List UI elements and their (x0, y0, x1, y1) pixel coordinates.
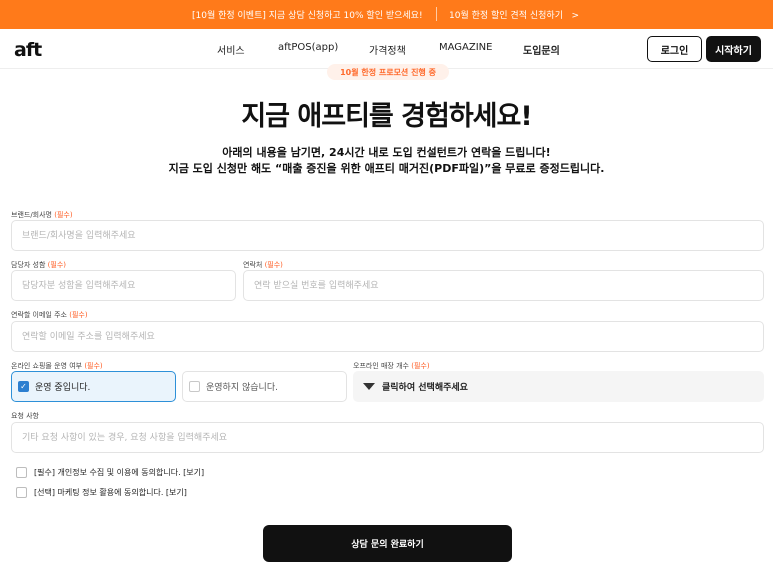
agree-marketing[interactable]: [선택] 마케팅 정보 활용에 동의합니다. [보기] (16, 487, 187, 498)
aft-logo[interactable]: aft (14, 39, 42, 61)
page-title: 지금 애프티를 경험하세요! (241, 101, 532, 132)
promo-link-quote[interactable]: 10월 한정 할인 견적 신청하기 > (449, 8, 579, 21)
offline-count-label: 오프라인 매장 개수 (필수) (353, 361, 430, 371)
offline-count-select[interactable]: 클릭하여 선택해주세요 (353, 371, 764, 402)
phone-input[interactable] (243, 270, 764, 301)
required-mark: (필수) (69, 311, 88, 319)
promo-bar: [10월 한정 이벤트] 지금 상담 신청하고 10% 할인 받으세요! 10월… (0, 0, 773, 29)
brand-label-text: 브랜드/회사명 (11, 211, 52, 219)
page-subtitle-1: 아래의 내용을 남기면, 24시간 내로 도입 컨설턴트가 연락을 드립니다! (222, 146, 551, 159)
option-yes-label: 운영 중입니다. (35, 383, 91, 393)
online-store-option-yes[interactable]: ✓ 운영 중입니다. (11, 371, 176, 402)
manager-label: 담당자 성함 (필수) (11, 260, 66, 270)
email-label: 연락할 이메일 주소 (필수) (11, 310, 88, 320)
option-no-label: 운영하지 않습니다. (206, 383, 278, 393)
agree-privacy[interactable]: [필수] 개인정보 수집 및 이용에 동의합니다. [보기] (16, 467, 204, 478)
online-store-label-text: 온라인 쇼핑몰 운영 여부 (11, 362, 83, 370)
email-label-text: 연락할 이메일 주소 (11, 311, 67, 319)
manager-name-input[interactable] (11, 270, 236, 301)
manager-label-text: 담당자 성함 (11, 261, 46, 269)
online-store-label: 온라인 쇼핑몰 운영 여부 (필수) (11, 361, 103, 371)
phone-label: 연락처 (필수) (243, 260, 283, 270)
request-label: 요청 사항 (11, 411, 39, 421)
required-mark: (필수) (264, 261, 283, 269)
nav-item-inquiry[interactable]: 도입문의 (523, 42, 560, 57)
nav-item-magazine[interactable]: MAGAZINE (439, 42, 492, 53)
request-label-text: 요청 사항 (11, 412, 39, 420)
phone-label-text: 연락처 (243, 261, 263, 269)
required-mark: (필수) (84, 362, 103, 370)
main-nav: aft 서비스 aftPOS(app) 가격정책 MAGAZINE 도입문의 로… (0, 29, 773, 69)
checkbox-icon (16, 467, 27, 478)
nav-item-service[interactable]: 서비스 (217, 42, 245, 57)
login-button[interactable]: 로그인 (647, 36, 702, 62)
brand-input[interactable] (11, 220, 764, 251)
offline-count-value: 클릭하여 선택해주세요 (382, 383, 468, 393)
required-mark: (필수) (54, 211, 73, 219)
online-store-option-no[interactable]: 운영하지 않습니다. (182, 371, 347, 402)
nav-item-pricing[interactable]: 가격정책 (369, 42, 406, 57)
email-input[interactable] (11, 321, 764, 352)
brand-label: 브랜드/회사명 (필수) (11, 210, 73, 220)
promotion-badge: 10월 한정 프로모션 진행 중 (327, 64, 449, 80)
start-button[interactable]: 시작하기 (706, 36, 761, 62)
required-mark: (필수) (411, 362, 430, 370)
checkbox-icon (16, 487, 27, 498)
promo-divider (436, 7, 437, 21)
promo-link-event[interactable]: [10월 한정 이벤트] 지금 상담 신청하고 10% 할인 받으세요! (192, 8, 423, 21)
offline-count-label-text: 오프라인 매장 개수 (353, 362, 409, 370)
agree-privacy-text: [필수] 개인정보 수집 및 이용에 동의합니다. [보기] (34, 468, 205, 477)
caret-down-icon (363, 383, 375, 390)
checkbox-icon (189, 381, 200, 392)
submit-button[interactable]: 상담 문의 완료하기 (263, 525, 512, 562)
agree-marketing-text: [선택] 마케팅 정보 활용에 동의합니다. [보기] (34, 488, 187, 497)
nav-item-aftpos[interactable]: aftPOS(app) (278, 42, 338, 53)
request-input[interactable] (11, 422, 764, 453)
checkbox-checked-icon: ✓ (18, 381, 29, 392)
required-mark: (필수) (47, 261, 67, 269)
page-subtitle-2: 지금 도입 신청만 해도 “매출 증진을 위한 애프티 매거진(PDF파일)”을… (168, 162, 605, 175)
